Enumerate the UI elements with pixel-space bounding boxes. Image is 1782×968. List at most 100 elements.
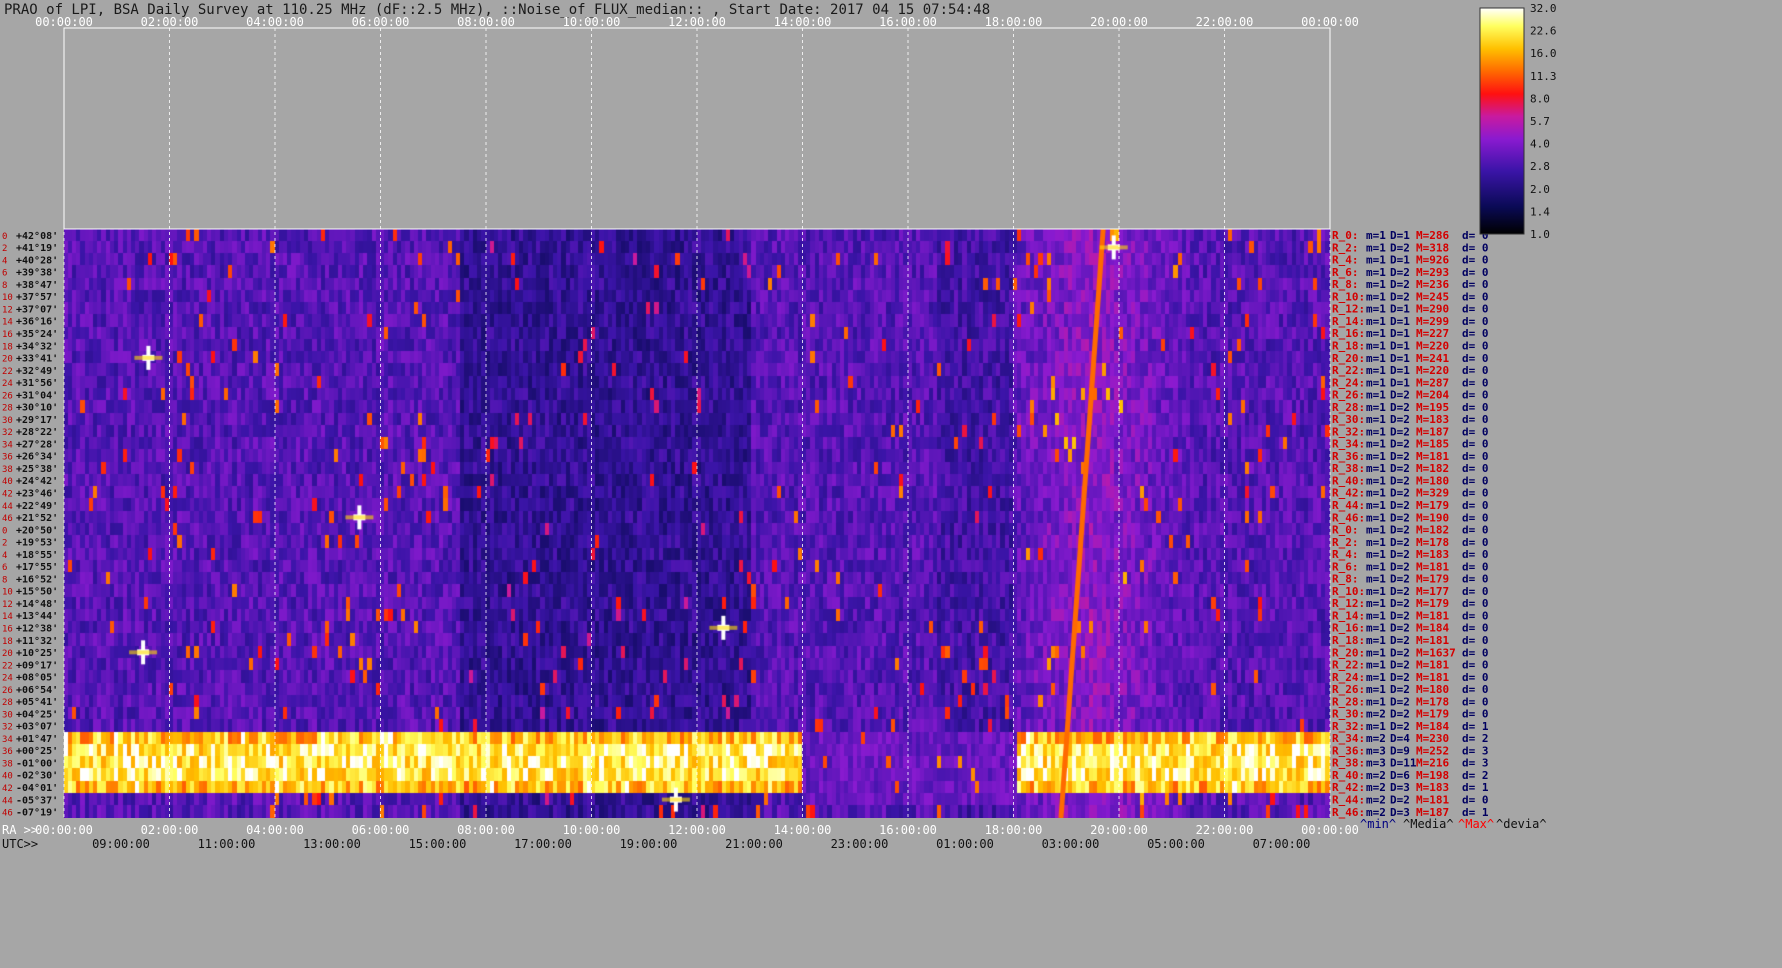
beam-label: R_16: xyxy=(1332,622,1365,635)
beam-max: M=182 xyxy=(1416,462,1449,475)
beam-deviation: d= 0 xyxy=(1462,794,1489,807)
row-index-label: 28 xyxy=(2,404,13,414)
beam-deviation: d= 1 xyxy=(1462,781,1489,794)
beam-max: M=180 xyxy=(1416,683,1449,696)
beam-min: m=1 xyxy=(1366,671,1386,684)
beam-max: M=181 xyxy=(1416,794,1449,807)
beam-label: R_46: xyxy=(1332,511,1365,524)
top-tick-label: 18:00:00 xyxy=(985,15,1043,29)
ra-tick-label: 00:00:00 xyxy=(1301,823,1359,837)
row-index-label: 42 xyxy=(2,490,13,500)
beam-max: M=198 xyxy=(1416,769,1449,782)
beam-deviation: d= 0 xyxy=(1462,389,1489,402)
beam-median: D=2 xyxy=(1390,659,1410,672)
beam-max: M=299 xyxy=(1416,315,1449,328)
beam-min: m=1 xyxy=(1366,585,1386,598)
beam-max: M=287 xyxy=(1416,376,1449,389)
beam-min: m=1 xyxy=(1366,241,1386,254)
legend-key: ^Max^ xyxy=(1458,817,1494,831)
row-index-label: 6 xyxy=(2,269,7,279)
beam-deviation: d= 0 xyxy=(1462,327,1489,340)
declination-label: +18°55' xyxy=(16,550,58,561)
colorbar-tick-label: 11.3 xyxy=(1530,70,1557,83)
row-index-label: 8 xyxy=(2,281,7,291)
beam-label: R_26: xyxy=(1332,683,1365,696)
row-index-label: 10 xyxy=(2,293,13,303)
beam-median: D=2 xyxy=(1390,511,1410,524)
ra-tick-label: 08:00:00 xyxy=(457,823,515,837)
colorbar-gradient xyxy=(1479,7,1525,235)
beam-median: D=2 xyxy=(1390,720,1410,733)
beam-min: m=1 xyxy=(1366,266,1386,279)
utc-tick-label: 21:00:00 xyxy=(725,837,783,851)
beam-median: D=9 xyxy=(1390,744,1410,757)
beam-max: M=286 xyxy=(1416,229,1449,242)
beam-min: m=1 xyxy=(1366,376,1386,389)
beam-max: M=241 xyxy=(1416,352,1449,365)
row-index-label: 44 xyxy=(2,502,13,512)
declination-label: +19°53' xyxy=(16,538,58,549)
beam-max: M=926 xyxy=(1416,254,1449,267)
beam-deviation: d= 0 xyxy=(1462,278,1489,291)
declination-label: +39°38' xyxy=(16,268,58,279)
beam-median: D=1 xyxy=(1390,352,1410,365)
beam-deviation: d= 0 xyxy=(1462,290,1489,303)
declination-label: +12°38' xyxy=(16,623,58,634)
row-index-label: 22 xyxy=(2,367,13,377)
row-index-label: 22 xyxy=(2,661,13,671)
beam-label: R_42: xyxy=(1332,487,1365,500)
beam-min: m=1 xyxy=(1366,315,1386,328)
utc-tick-label: 19:00:00 xyxy=(620,837,678,851)
beam-max: M=182 xyxy=(1416,524,1449,537)
row-index-label: 16 xyxy=(2,330,13,340)
beam-max: M=220 xyxy=(1416,364,1449,377)
beam-min: m=1 xyxy=(1366,548,1386,561)
declination-label: +09°17' xyxy=(16,660,58,671)
beam-label: R_38: xyxy=(1332,757,1365,770)
beam-deviation: d= 0 xyxy=(1462,573,1489,586)
beam-min: m=2 xyxy=(1366,769,1386,782)
beam-deviation: d= 0 xyxy=(1462,450,1489,463)
declination-label: +05°41' xyxy=(16,697,58,708)
beam-median: D=2 xyxy=(1390,597,1410,610)
top-time-axis: 00:00:00 02:00:00 04:00:00 06:00:00 08:00:00… xyxy=(35,15,1359,29)
declination-label: +17°55' xyxy=(16,562,58,573)
beam-deviation: d= 0 xyxy=(1462,413,1489,426)
beam-min: m=1 xyxy=(1366,511,1386,524)
row-index-label: 0 xyxy=(2,232,7,242)
beam-label: R_6: xyxy=(1332,560,1359,573)
beam-deviation: d= 0 xyxy=(1462,511,1489,524)
beam-median: D=2 xyxy=(1390,573,1410,586)
beam-min: m=1 xyxy=(1366,487,1386,500)
row-index-label: 32 xyxy=(2,723,13,733)
declination-label: +35°24' xyxy=(16,329,58,340)
beam-min: m=1 xyxy=(1366,339,1386,352)
beam-min: m=1 xyxy=(1366,303,1386,316)
declination-label: +00°25' xyxy=(16,746,58,757)
beam-max: M=236 xyxy=(1416,278,1449,291)
beam-label: R_40: xyxy=(1332,474,1365,487)
beam-min: m=1 xyxy=(1366,278,1386,291)
beam-median: D=3 xyxy=(1390,781,1410,794)
beam-label: R_0: xyxy=(1332,524,1359,537)
beam-median: D=1 xyxy=(1390,327,1410,340)
beam-min: m=1 xyxy=(1366,290,1386,303)
beam-label: R_34: xyxy=(1332,438,1365,451)
declination-label: +10°25' xyxy=(16,648,58,659)
beam-max: M=290 xyxy=(1416,303,1449,316)
declination-label: +27°28' xyxy=(16,439,58,450)
beam-max: M=183 xyxy=(1416,413,1449,426)
colorbar-tick-label: 8.0 xyxy=(1530,92,1550,105)
beam-deviation: d= 0 xyxy=(1462,241,1489,254)
beam-median: D=2 xyxy=(1390,794,1410,807)
beam-median: D=2 xyxy=(1390,536,1410,549)
beam-max: M=183 xyxy=(1416,548,1449,561)
row-index-label: 32 xyxy=(2,428,13,438)
beam-median: D=2 xyxy=(1390,450,1410,463)
declination-label: +14°48' xyxy=(16,599,58,610)
beam-deviation: d= 0 xyxy=(1462,659,1489,672)
heatmap xyxy=(63,27,1331,818)
row-index-label: 18 xyxy=(2,342,13,352)
beam-max: M=185 xyxy=(1416,438,1449,451)
top-tick-label: 16:00:00 xyxy=(879,15,937,29)
